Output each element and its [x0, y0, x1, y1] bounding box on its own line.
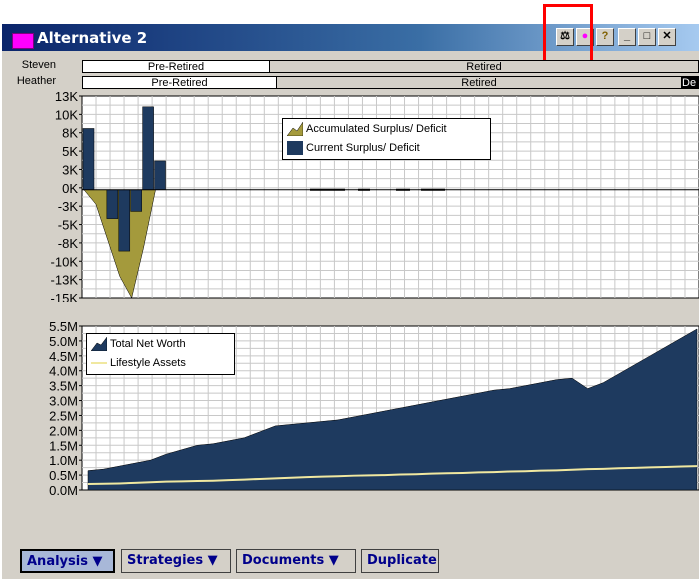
y-tick-label: 2.0M: [49, 423, 78, 438]
title-bar[interactable]: Alternative 2 ⚖ ● ? _ □ ✕: [2, 24, 699, 51]
y-tick-label: 1.5M: [49, 438, 78, 453]
steven-phase-preretired[interactable]: Pre-Retired: [82, 60, 270, 73]
steven-phase-retired[interactable]: Retired: [269, 60, 699, 73]
current-bar: [130, 189, 142, 212]
legend-item-current: Current Surplus/ Deficit: [283, 138, 490, 157]
y-tick-label: 0.0M: [49, 483, 78, 498]
close-button[interactable]: ✕: [658, 28, 676, 46]
chart2-legend: Total Net Worth Lifestyle Assets: [86, 333, 235, 375]
y-tick-label: 3.5M: [49, 379, 78, 394]
y-tick-label: 5.0M: [49, 334, 78, 349]
y-tick-label: 4.0M: [49, 364, 78, 379]
legend-label-lifestyle: Lifestyle Assets: [110, 356, 186, 369]
legend-item-lifestyle: Lifestyle Assets: [87, 353, 234, 372]
documents-menu-button[interactable]: Documents ▼: [236, 549, 356, 573]
current-bar: [154, 160, 166, 191]
legend-label-current: Current Surplus/ Deficit: [306, 141, 420, 154]
window-title: Alternative 2: [37, 29, 148, 47]
legend-label-accumulated: Accumulated Surplus/ Deficit: [306, 122, 447, 135]
strategies-menu-button[interactable]: Strategies ▼: [121, 549, 231, 573]
y-tick-label: 13K: [55, 89, 78, 104]
help-icon[interactable]: ?: [596, 28, 614, 46]
legend-item-accumulated: Accumulated Surplus/ Deficit: [283, 119, 490, 138]
accumulated-area-icon: [287, 121, 303, 136]
highlight-box: [543, 4, 593, 68]
y-tick-label: 1.0M: [49, 453, 78, 468]
y-tick-label: 4.5M: [49, 349, 78, 364]
y-tick-label: -13K: [51, 273, 79, 288]
person-name-heather: Heather: [16, 75, 56, 87]
current-bar: [82, 128, 95, 191]
current-bar-swatch: [287, 140, 303, 155]
y-tick-label: 0K: [62, 181, 78, 196]
minimize-button[interactable]: _: [618, 28, 636, 46]
window-app-icon: [12, 33, 34, 49]
duplicate-button[interactable]: Duplicate: [361, 549, 439, 573]
y-tick-label: 10K: [55, 107, 78, 122]
net-worth-chart: 5.5M5.0M4.5M4.0M3.5M3.0M2.5M2.0M1.5M1.0M…: [49, 319, 699, 498]
legend-label-net-worth: Total Net Worth: [110, 337, 186, 350]
y-tick-label: 5.5M: [49, 319, 78, 334]
legend-item-net-worth: Total Net Worth: [87, 334, 234, 353]
net-worth-area-icon: [91, 336, 107, 351]
person-name-steven: Steven: [21, 59, 56, 71]
y-tick-label: 3K: [62, 162, 78, 177]
y-tick-label: -10K: [51, 254, 79, 269]
current-bar: [142, 106, 154, 191]
y-tick-label: 0.5M: [49, 468, 78, 483]
y-tick-label: 3.0M: [49, 394, 78, 409]
current-bar: [118, 189, 131, 252]
y-tick-label: -8K: [58, 236, 79, 251]
y-tick-label: 8K: [62, 126, 78, 141]
chart1-legend: Accumulated Surplus/ Deficit Current Sur…: [282, 118, 491, 160]
y-tick-label: -3K: [58, 199, 79, 214]
lifestyle-line-icon: [91, 361, 107, 364]
y-tick-label: -5K: [58, 218, 79, 233]
maximize-button[interactable]: □: [638, 28, 656, 46]
y-tick-label: 2.5M: [49, 408, 78, 423]
current-bar: [106, 189, 119, 219]
analysis-menu-button[interactable]: Analysis ▼: [20, 549, 115, 573]
y-tick-label: 5K: [62, 144, 78, 159]
